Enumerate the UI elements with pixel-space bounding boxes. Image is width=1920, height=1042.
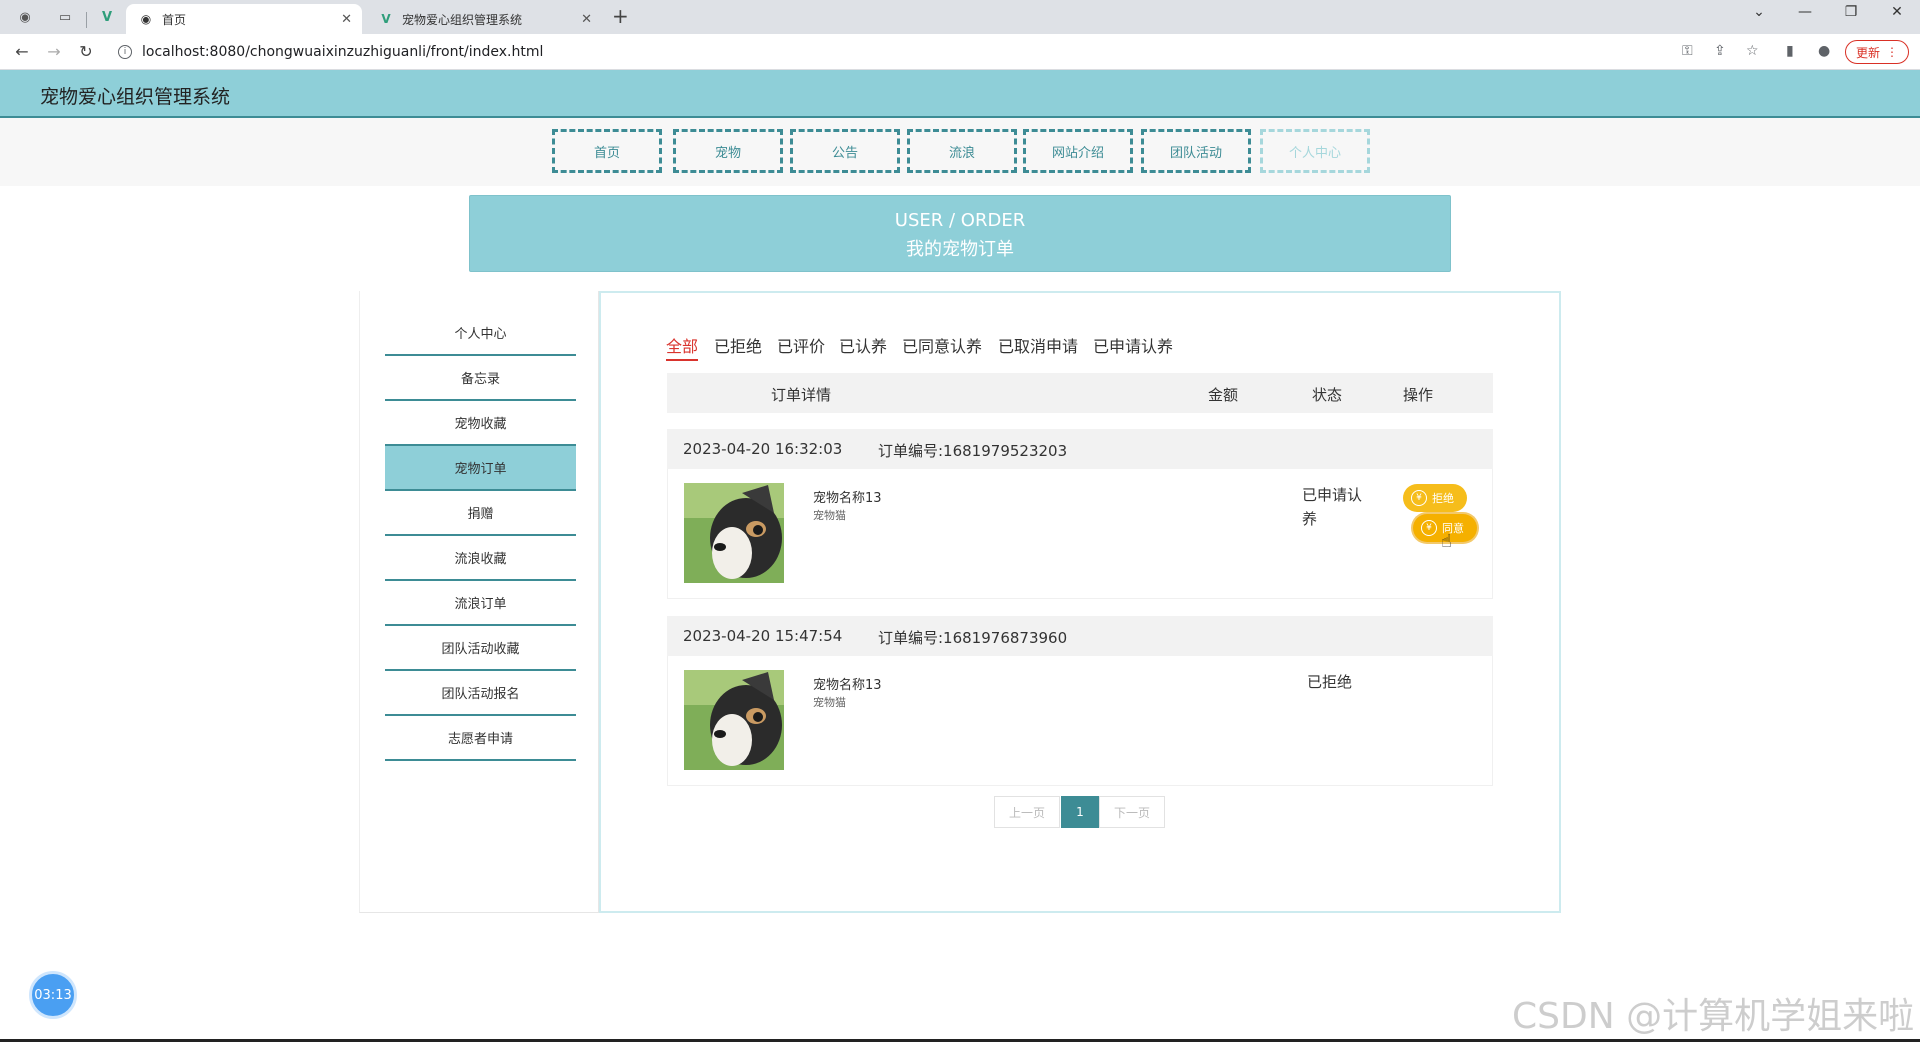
pinned-tab-blank-icon[interactable]: ▭ (50, 6, 80, 28)
pet-type: 宠物猫 (813, 509, 846, 522)
window-close-icon[interactable]: ✕ (1882, 4, 1912, 20)
order-status-line2: 养 (1302, 510, 1318, 528)
pinned-tab-vue-icon[interactable]: V (92, 6, 122, 28)
sidebar-item-memo[interactable]: 备忘录 (385, 356, 576, 401)
nav-notices[interactable]: 公告 (790, 129, 900, 173)
pet-name: 宠物名称13 (813, 491, 882, 506)
pet-name: 宠物名称13 (813, 678, 882, 693)
order-row: 宠物名称13 宠物猫 已拒绝 (667, 656, 1493, 786)
sidebar: 个人中心 备忘录 宠物收藏 宠物订单 捐赠 流浪收藏 流浪订单 团队活动收藏 团… (359, 291, 599, 913)
forward-arrow-icon[interactable]: → (44, 42, 64, 61)
page-banner: USER / ORDER 我的宠物订单 (469, 195, 1451, 272)
yen-icon: ¥ (1411, 490, 1427, 506)
tab-home[interactable]: ◉ 首页 ✕ (126, 4, 362, 34)
tab-search-chevron-icon[interactable]: ⌄ (1744, 4, 1774, 20)
filter-adoption-approved[interactable]: 已同意认养 (902, 333, 982, 357)
star-icon[interactable]: ☆ (1746, 43, 1759, 59)
sidebar-item-activity-signup[interactable]: 团队活动报名 (385, 671, 576, 716)
order-number: 订单编号:1681976873960 (878, 629, 1068, 647)
sidebar-item-stray-orders[interactable]: 流浪订单 (385, 581, 576, 626)
filter-adoption-applied[interactable]: 已申请认养 (1093, 333, 1173, 357)
sidebar-item-volunteer-application[interactable]: 志愿者申请 (385, 716, 576, 761)
url-field[interactable]: i localhost:8080/chongwuaixinzuzhiguanli… (110, 38, 1670, 66)
profile-avatar-icon[interactable]: ● (1818, 43, 1830, 59)
share-icon[interactable]: ⇪ (1714, 43, 1726, 59)
back-arrow-icon[interactable]: ← (12, 42, 32, 61)
reload-icon[interactable]: ↻ (76, 42, 96, 61)
nav-about[interactable]: 网站介绍 (1023, 129, 1133, 173)
order-status: 已申请认 养 (1302, 483, 1362, 531)
nav-personal-center[interactable]: 个人中心 (1260, 129, 1370, 173)
site-header: 宠物爱心组织管理系统 (0, 70, 1920, 118)
update-button[interactable]: 更新 ⋮ (1845, 40, 1909, 64)
order-time: 2023-04-20 16:32:03 (683, 440, 843, 458)
order-status-line1: 已申请认 (1302, 486, 1363, 504)
header-action: 操作 (1403, 386, 1434, 404)
restore-icon[interactable]: ❐ (1836, 4, 1866, 20)
reject-button[interactable]: ¥ 拒绝 (1403, 484, 1467, 512)
header-amount: 金额 (1208, 386, 1239, 404)
site-title: 宠物爱心组织管理系统 (40, 86, 231, 108)
sidebar-item-donation[interactable]: 捐赠 (385, 491, 576, 536)
pet-photo[interactable] (684, 670, 784, 770)
order-row: 宠物名称13 宠物猫 已申请认 养 ¥ 拒绝 ¥ 同意 ☝ (667, 469, 1493, 599)
banner-title: 我的宠物订单 (906, 239, 1014, 260)
sidebar-item-stray-favorites[interactable]: 流浪收藏 (385, 536, 576, 581)
pet-type: 宠物猫 (813, 696, 846, 709)
sidebar-item-pet-orders[interactable]: 宠物订单 (385, 446, 576, 491)
tab-title: 宠物爱心组织管理系统 (402, 12, 523, 27)
close-icon[interactable]: ✕ (341, 12, 352, 27)
order-status: 已拒绝 (1307, 673, 1353, 691)
hand-cursor-icon: ☝ (1441, 531, 1452, 552)
pet-photo[interactable] (684, 483, 784, 583)
side-panel-icon[interactable]: ▮ (1786, 43, 1794, 59)
watermark: CSDN @计算机学姐来啦 (1512, 996, 1915, 1037)
new-tab-plus-icon[interactable]: + (612, 4, 629, 28)
order-time: 2023-04-20 15:47:54 (683, 627, 843, 645)
filter-all[interactable]: 全部 (666, 333, 699, 361)
tab-admin[interactable]: V 宠物爱心组织管理系统 ✕ (366, 4, 602, 34)
reject-label: 拒绝 (1432, 492, 1454, 505)
pagination-prev-button[interactable]: 上一页 (994, 796, 1060, 828)
browser-tab-strip: ◉ ▭ V ◉ 首页 ✕ V 宠物爱心组织管理系统 ✕ + ⌄ — ❐ ✕ (0, 0, 1920, 34)
filter-rejected[interactable]: 已拒绝 (714, 333, 762, 357)
orders-table-header: 订单详情 金额 状态 操作 (667, 373, 1493, 413)
nav-home[interactable]: 首页 (552, 129, 662, 173)
nav-strays[interactable]: 流浪 (907, 129, 1017, 173)
tab-title: 首页 (162, 12, 187, 27)
nav-team-activities[interactable]: 团队活动 (1141, 129, 1251, 173)
url-text: localhost:8080/chongwuaixinzuzhiguanli/f… (142, 44, 544, 60)
header-detail: 订单详情 (771, 386, 832, 404)
order-row-header: 2023-04-20 16:32:03 订单编号:1681979523203 (667, 429, 1493, 469)
recording-timer-badge[interactable]: 03:13 (29, 971, 77, 1019)
pinned-tab-globe-icon[interactable]: ◉ (10, 6, 40, 28)
filter-adopted[interactable]: 已认养 (839, 333, 887, 357)
order-number: 订单编号:1681979523203 (878, 442, 1068, 460)
sidebar-item-activity-favorites[interactable]: 团队活动收藏 (385, 626, 576, 671)
address-bar-row: ← → ↻ i localhost:8080/chongwuaixinzuzhi… (0, 34, 1920, 70)
site-info-icon[interactable]: i (118, 45, 132, 59)
main-nav: 首页 宠物 公告 流浪 网站介绍 团队活动 个人中心 (0, 118, 1920, 186)
close-icon[interactable]: ✕ (581, 12, 592, 27)
sidebar-item-personal-center[interactable]: 个人中心 (385, 311, 576, 356)
pagination-page-1[interactable]: 1 (1061, 796, 1099, 828)
nav-pets[interactable]: 宠物 (673, 129, 783, 173)
banner-english-title: USER / ORDER (894, 210, 1026, 231)
minimize-icon[interactable]: — (1790, 4, 1820, 20)
sidebar-item-pet-favorites[interactable]: 宠物收藏 (385, 401, 576, 446)
pagination-next-button[interactable]: 下一页 (1099, 796, 1165, 828)
update-label: 更新 (1855, 45, 1880, 60)
globe-icon: ◉ (140, 12, 152, 26)
vue-icon: V (381, 12, 391, 26)
key-icon[interactable]: ⚿ (1682, 43, 1693, 59)
header-status: 状态 (1312, 386, 1343, 404)
filter-reviewed[interactable]: 已评价 (777, 333, 825, 357)
yen-icon: ¥ (1421, 520, 1437, 536)
order-row-header: 2023-04-20 15:47:54 订单编号:1681976873960 (667, 616, 1493, 656)
filter-application-cancelled[interactable]: 已取消申请 (998, 333, 1078, 357)
more-menu-icon: ⋮ (1886, 45, 1898, 59)
